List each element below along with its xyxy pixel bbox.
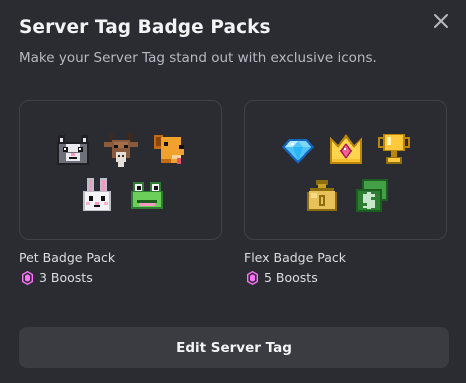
flex-pack-boost-count: 5 Boosts xyxy=(264,270,318,285)
boost-gem-icon xyxy=(247,270,258,285)
boost-gem-icon xyxy=(22,270,33,285)
close-icon[interactable] xyxy=(430,10,452,32)
money-bag-badge-icon xyxy=(303,177,341,215)
flex-pack-boosts: 5 Boosts xyxy=(247,270,318,285)
cash-badge-icon xyxy=(353,177,391,215)
pet-pack-boost-count: 3 Boosts xyxy=(39,270,93,285)
flex-badge-pack-card[interactable] xyxy=(244,100,447,240)
flex-pack-name: Flex Badge Pack xyxy=(244,250,347,265)
frog-badge-icon xyxy=(128,177,166,215)
cat-badge-icon xyxy=(54,131,92,169)
dog-badge-icon xyxy=(150,131,188,169)
trophy-badge-icon xyxy=(375,131,413,169)
crown-badge-icon xyxy=(327,131,365,169)
diamond-badge-icon xyxy=(279,131,317,169)
pet-pack-name: Pet Badge Pack xyxy=(19,250,116,265)
modal-title: Server Tag Badge Packs xyxy=(19,17,271,38)
pet-pack-boosts: 3 Boosts xyxy=(22,270,93,285)
goat-badge-icon xyxy=(102,131,140,169)
pet-badge-pack-card[interactable] xyxy=(19,100,222,240)
badge-packs-modal: Server Tag Badge Packs Make your Server … xyxy=(0,0,466,383)
bunny-badge-icon xyxy=(78,177,116,215)
modal-subtitle: Make your Server Tag stand out with excl… xyxy=(19,50,377,66)
edit-server-tag-button[interactable]: Edit Server Tag xyxy=(19,327,449,368)
